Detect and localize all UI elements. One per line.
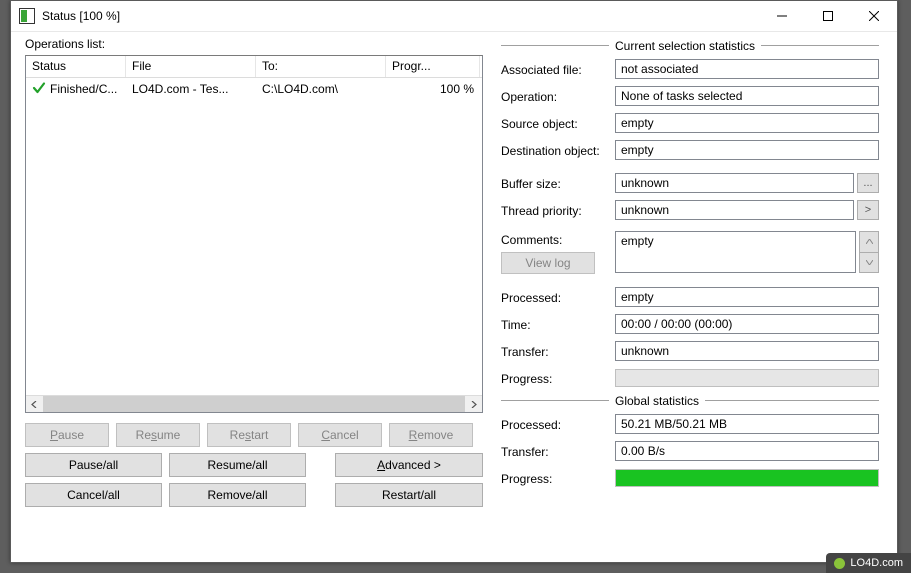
label-progress: Progress: — [501, 370, 615, 386]
value-comments: empty — [615, 231, 856, 273]
value-operation: None of tasks selected — [615, 86, 879, 106]
watermark-text: LO4D.com — [850, 557, 903, 569]
scroll-left-button[interactable] — [26, 396, 43, 412]
app-icon — [19, 8, 35, 24]
buffer-size-browse-button[interactable]: ... — [857, 173, 879, 193]
label-source-object: Source object: — [501, 115, 615, 131]
row-to: C:\LO4D.com\ — [256, 82, 386, 96]
check-icon — [32, 81, 46, 98]
pause-all-button[interactable]: Pause/all — [25, 453, 162, 477]
operations-list-header[interactable]: Status File To: Progr... — [26, 56, 482, 78]
cancel-all-button[interactable]: Cancel/all — [25, 483, 162, 507]
label-buffer-size: Buffer size: — [501, 175, 615, 191]
content-area: Operations list: Status File To: Progr..… — [11, 33, 897, 562]
scrollbar-track[interactable] — [43, 396, 465, 412]
value-global-processed: 50.21 MB/50.21 MB — [615, 414, 879, 434]
pause-button[interactable]: Pause — [25, 423, 109, 447]
label-global-transfer: Transfer: — [501, 443, 615, 459]
cancel-button[interactable]: Cancel — [298, 423, 382, 447]
titlebar[interactable]: Status [100 %] — [11, 1, 897, 32]
value-source-object: empty — [615, 113, 879, 133]
value-time: 00:00 / 00:00 (00:00) — [615, 314, 879, 334]
progress-bar-global — [615, 469, 879, 487]
window-frame: Status [100 %] Operations list: Status F… — [10, 0, 898, 563]
value-thread-priority: unknown — [615, 200, 854, 220]
view-log-button[interactable]: View log — [501, 252, 595, 274]
thread-priority-button[interactable]: > — [857, 200, 879, 220]
resume-button[interactable]: Resume — [116, 423, 200, 447]
horizontal-scrollbar[interactable] — [26, 395, 482, 412]
watermark: LO4D.com — [826, 553, 911, 573]
left-pane: Operations list: Status File To: Progr..… — [25, 37, 483, 513]
watermark-icon — [834, 558, 845, 569]
comments-scroll-up[interactable] — [859, 231, 879, 253]
label-comments: Comments: — [501, 231, 615, 247]
advanced-button[interactable]: Advanced > — [335, 453, 483, 477]
value-processed: empty — [615, 287, 879, 307]
row-progress: 100 % — [386, 82, 480, 96]
resume-all-button[interactable]: Resume/all — [169, 453, 306, 477]
value-associated-file: not associated — [615, 59, 879, 79]
button-panel: Pause Resume Restart Cancel Remove Pause… — [25, 423, 483, 507]
operations-list[interactable]: Status File To: Progr... Finished/C... L… — [25, 55, 483, 413]
progress-fill-global — [616, 470, 878, 486]
column-header-to[interactable]: To: — [256, 56, 386, 77]
operations-list-label: Operations list: — [25, 37, 483, 51]
scroll-right-button[interactable] — [465, 396, 482, 412]
operations-list-body[interactable]: Finished/C... LO4D.com - Tes... C:\LO4D.… — [26, 78, 482, 395]
comments-scroll[interactable] — [859, 231, 879, 273]
remove-button[interactable]: Remove — [389, 423, 473, 447]
table-row[interactable]: Finished/C... LO4D.com - Tes... C:\LO4D.… — [26, 78, 482, 100]
column-header-file[interactable]: File — [126, 56, 256, 77]
label-thread-priority: Thread priority: — [501, 202, 615, 218]
column-header-status[interactable]: Status — [26, 56, 126, 77]
row-status-text: Finished/C... — [50, 82, 117, 96]
maximize-button[interactable] — [805, 1, 851, 31]
scrollbar-thumb[interactable] — [43, 396, 465, 412]
group-title-global: Global statistics — [609, 394, 705, 408]
label-time: Time: — [501, 316, 615, 332]
column-header-progress[interactable]: Progr... — [386, 56, 480, 77]
group-title-current: Current selection statistics — [609, 39, 761, 53]
comments-scroll-down[interactable] — [859, 253, 879, 274]
right-pane: Current selection statistics Associated … — [501, 37, 879, 493]
group-header-current: Current selection statistics — [501, 39, 879, 53]
remove-all-button[interactable]: Remove/all — [169, 483, 306, 507]
value-global-transfer: 0.00 B/s — [615, 441, 879, 461]
row-file: LO4D.com - Tes... — [126, 82, 256, 96]
value-transfer: unknown — [615, 341, 879, 361]
close-button[interactable] — [851, 1, 897, 31]
window-title: Status [100 %] — [42, 9, 120, 23]
value-buffer-size: unknown — [615, 173, 854, 193]
label-operation: Operation: — [501, 88, 615, 104]
progress-bar-current — [615, 369, 879, 387]
group-header-global: Global statistics — [501, 394, 879, 408]
restart-button[interactable]: Restart — [207, 423, 291, 447]
value-destination-object: empty — [615, 140, 879, 160]
label-processed: Processed: — [501, 289, 615, 305]
minimize-button[interactable] — [759, 1, 805, 31]
row-status: Finished/C... — [26, 81, 126, 98]
label-global-processed: Processed: — [501, 416, 615, 432]
window-controls — [759, 1, 897, 31]
label-transfer: Transfer: — [501, 343, 615, 359]
restart-all-button[interactable]: Restart/all — [335, 483, 483, 507]
label-global-progress: Progress: — [501, 470, 615, 486]
label-destination-object: Destination object: — [501, 142, 615, 158]
label-associated-file: Associated file: — [501, 61, 615, 77]
